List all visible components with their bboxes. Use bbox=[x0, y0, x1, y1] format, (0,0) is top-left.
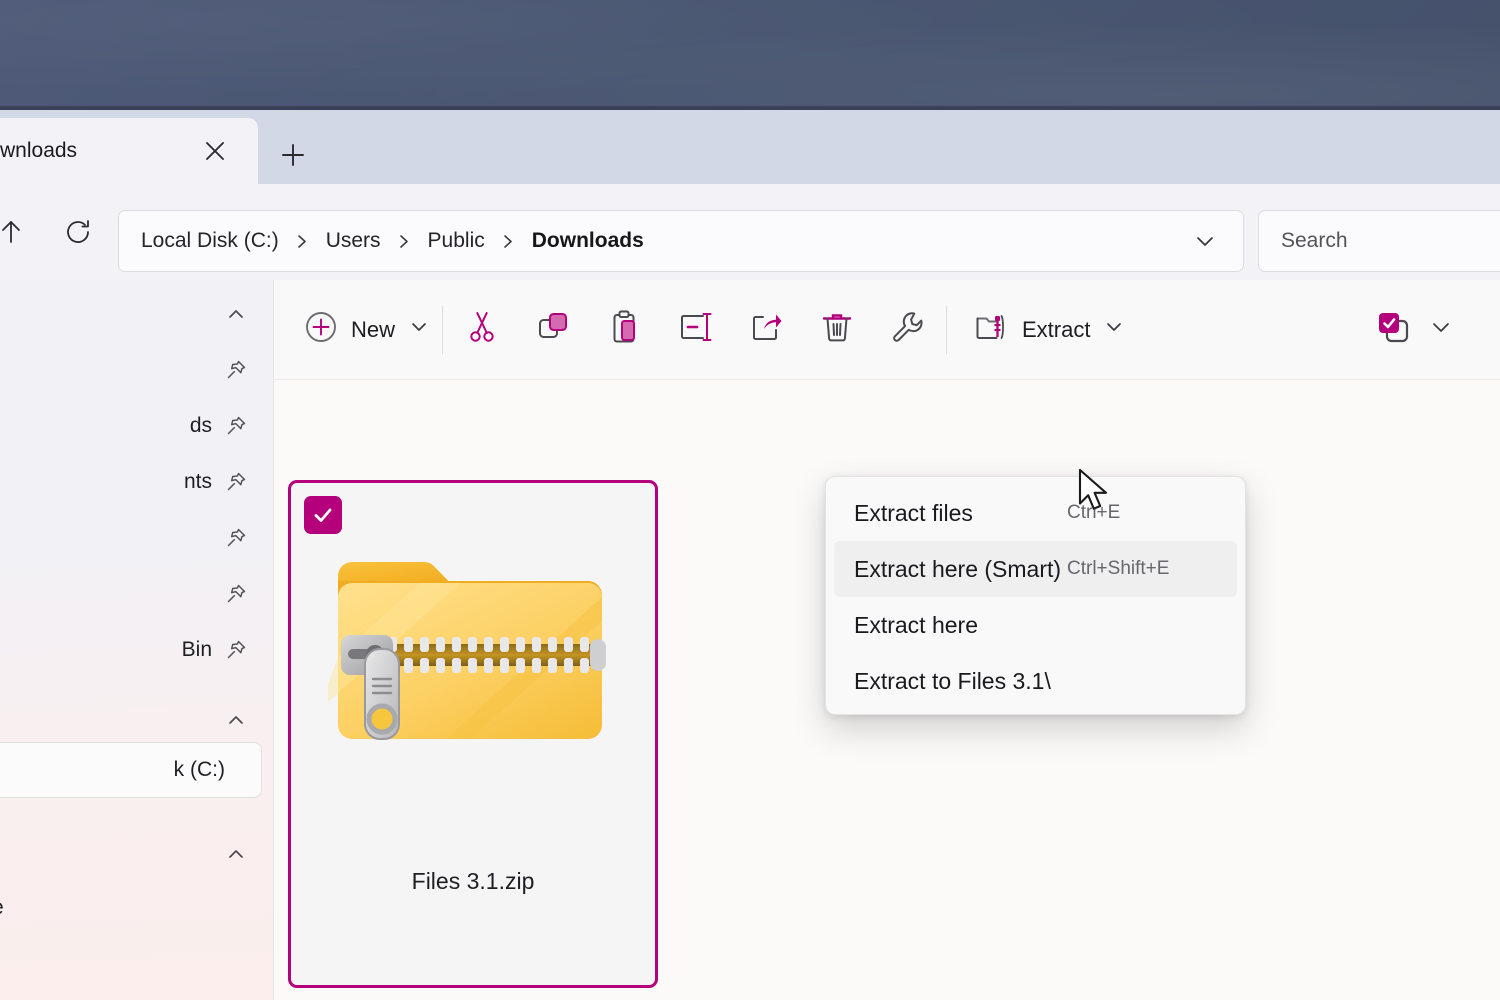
menu-item-extract-to-folder[interactable]: Extract to Files 3.1\ bbox=[834, 653, 1237, 709]
sidebar-item-recycle-bin[interactable]: Bin bbox=[0, 622, 274, 678]
chevron-down-icon[interactable] bbox=[408, 316, 430, 343]
new-button-label: New bbox=[351, 317, 395, 343]
clipboard-icon bbox=[606, 309, 642, 350]
pin-icon[interactable] bbox=[223, 525, 249, 551]
menu-item-label: Extract here (Smart) bbox=[834, 556, 1061, 583]
sidebar-item[interactable] bbox=[0, 342, 274, 398]
zip-folder-icon bbox=[328, 531, 618, 793]
sidebar-section-header[interactable] bbox=[0, 286, 274, 342]
menu-item-extract-here-smart[interactable]: Extract here (Smart) Ctrl+Shift+E bbox=[834, 541, 1237, 597]
pin-icon[interactable] bbox=[223, 413, 249, 439]
tab-title: wnloads bbox=[0, 139, 77, 163]
arrow-up-icon[interactable] bbox=[0, 208, 35, 256]
extract-context-menu: Extract files Ctrl+E Extract here (Smart… bbox=[825, 476, 1246, 715]
sidebar-item-label: e bbox=[0, 896, 4, 920]
pin-icon[interactable] bbox=[223, 357, 249, 383]
menu-item-extract-here[interactable]: Extract here bbox=[834, 597, 1237, 653]
trash-icon bbox=[819, 309, 855, 350]
arrow-cursor bbox=[1078, 468, 1112, 521]
sidebar-item-label: k (C:) bbox=[174, 758, 225, 782]
menu-item-label: Extract to Files 3.1\ bbox=[834, 668, 1051, 695]
pin-icon[interactable] bbox=[223, 581, 249, 607]
sidebar-item-label: nts bbox=[184, 470, 212, 494]
menu-item-extract-files[interactable]: Extract files Ctrl+E bbox=[834, 485, 1237, 541]
zip-folder-icon bbox=[972, 308, 1010, 351]
search-input[interactable]: Search bbox=[1258, 210, 1500, 272]
file-explorer-window: wnloads bbox=[0, 110, 1500, 1000]
cut-button[interactable] bbox=[450, 302, 514, 358]
plus-circle-icon bbox=[304, 310, 338, 349]
chevron-down-icon[interactable] bbox=[1428, 314, 1454, 345]
menu-item-label: Extract files bbox=[834, 500, 973, 527]
sidebar-item-local-disk[interactable]: k (C:) bbox=[0, 742, 262, 798]
breadcrumb-item-1[interactable]: Users bbox=[326, 229, 381, 253]
sidebar-item-downloads[interactable]: ds bbox=[0, 398, 274, 454]
pin-icon[interactable] bbox=[223, 637, 249, 663]
breadcrumb-item-0[interactable]: Local Disk (C:) bbox=[141, 229, 279, 253]
rename-button[interactable] bbox=[663, 302, 727, 358]
app-root: wnloads bbox=[0, 0, 1500, 1000]
chevron-down-icon[interactable] bbox=[1102, 315, 1126, 344]
copy-button[interactable] bbox=[521, 302, 585, 358]
chevron-up-icon[interactable] bbox=[223, 301, 249, 327]
extract-button-label: Extract bbox=[1022, 317, 1090, 343]
file-item[interactable]: Files 3.1.zip bbox=[288, 480, 658, 988]
extract-button[interactable]: Extract bbox=[962, 302, 1136, 358]
file-name-label: Files 3.1.zip bbox=[291, 868, 655, 895]
share-icon bbox=[748, 309, 784, 350]
properties-button[interactable] bbox=[876, 302, 940, 358]
wrench-icon bbox=[890, 309, 926, 350]
pin-icon[interactable] bbox=[223, 469, 249, 495]
breadcrumb-item-2[interactable]: Public bbox=[428, 229, 485, 253]
sidebar-item[interactable] bbox=[0, 566, 274, 622]
plus-icon[interactable] bbox=[272, 134, 314, 176]
chevron-right-icon bbox=[396, 233, 413, 250]
paste-button[interactable] bbox=[592, 302, 656, 358]
breadcrumb[interactable]: Local Disk (C:) Users Public Downloads bbox=[118, 210, 1244, 272]
breadcrumb-list: Local Disk (C:) Users Public Downloads bbox=[119, 229, 644, 253]
rename-icon bbox=[677, 309, 713, 350]
sidebar-section-header-network[interactable] bbox=[0, 826, 274, 882]
breadcrumb-item-current[interactable]: Downloads bbox=[532, 229, 644, 253]
sidebar-item-documents[interactable]: nts bbox=[0, 454, 274, 510]
command-bar: New bbox=[274, 280, 1500, 380]
copy-icon bbox=[535, 309, 571, 350]
checkbox-stack-icon bbox=[1374, 308, 1412, 351]
chevron-down-icon[interactable] bbox=[1189, 225, 1221, 257]
sidebar-item-label: ds bbox=[190, 414, 212, 438]
close-icon[interactable] bbox=[198, 134, 232, 168]
chevron-up-icon[interactable] bbox=[223, 707, 249, 733]
chevron-up-icon[interactable] bbox=[223, 841, 249, 867]
desktop-background bbox=[0, 0, 1500, 110]
sidebar-item[interactable] bbox=[0, 510, 274, 566]
menu-item-accelerator: Ctrl+Shift+E bbox=[1067, 558, 1237, 580]
refresh-icon[interactable] bbox=[54, 208, 102, 256]
sidebar-item-label: Bin bbox=[182, 638, 212, 662]
chevron-right-icon bbox=[500, 233, 517, 250]
share-button[interactable] bbox=[734, 302, 798, 358]
menu-item-label: Extract here bbox=[834, 612, 978, 639]
sidebar-item-bottom[interactable]: e bbox=[0, 880, 274, 936]
sidebar-section-header-drives[interactable] bbox=[0, 692, 274, 748]
scissors-icon bbox=[464, 309, 500, 350]
tab-strip: wnloads bbox=[0, 110, 1500, 184]
chevron-right-icon bbox=[294, 233, 311, 250]
delete-button[interactable] bbox=[805, 302, 869, 358]
tab-downloads[interactable]: wnloads bbox=[0, 118, 258, 184]
new-button[interactable]: New bbox=[292, 302, 442, 358]
check-icon[interactable] bbox=[304, 496, 342, 534]
sidebar: ds nts bbox=[0, 280, 274, 1000]
select-all-button[interactable] bbox=[1366, 302, 1462, 358]
search-placeholder: Search bbox=[1259, 229, 1348, 253]
address-bar: Local Disk (C:) Users Public Downloads bbox=[0, 184, 1500, 280]
